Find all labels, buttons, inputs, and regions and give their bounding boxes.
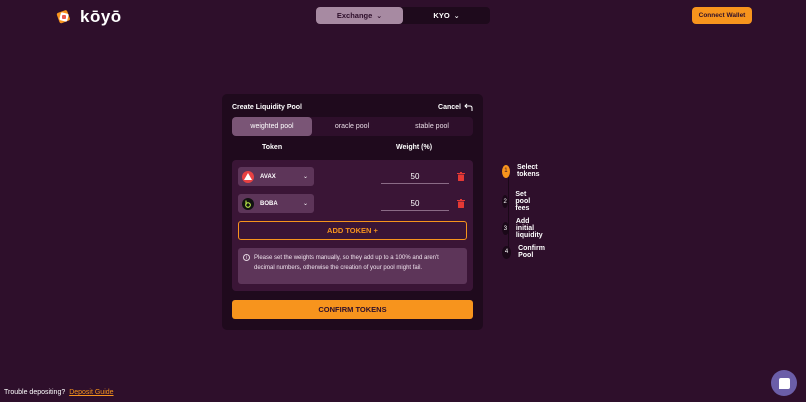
info-icon: i [243, 254, 250, 261]
create-pool-card: Create Liquidity Pool Cancel weighted po… [222, 94, 483, 330]
chevron-down-icon: ⌄ [376, 12, 383, 20]
undo-arrow-icon [464, 103, 473, 111]
token-column-header: Token [262, 144, 283, 151]
weight-input-boba[interactable] [381, 197, 449, 211]
token-select-boba[interactable]: BOBA ⌄ [238, 194, 314, 213]
cancel-button[interactable]: Cancel [438, 103, 473, 111]
cancel-label: Cancel [438, 103, 461, 111]
avax-icon [242, 170, 254, 183]
tab-stable-pool[interactable]: stable pool [392, 117, 472, 136]
token-select-avax[interactable]: AVAX ⌄ [238, 167, 314, 186]
deposit-help-text: Trouble depositing? [4, 389, 66, 396]
brand-name: kōyō [80, 7, 122, 26]
notice-text: Please set the weights manually, so they… [254, 255, 439, 271]
steps-connector [508, 174, 509, 254]
deposit-help: Trouble depositing? Deposit Guide [4, 389, 114, 396]
step-confirm-pool: 4 Confirm Pool [502, 245, 549, 259]
step-label: Confirm Pool [518, 245, 545, 259]
step-add-initial-liquidity: 3 Add initial liquidity [502, 218, 549, 239]
nav-kyo-label: KYO [433, 11, 450, 20]
step-select-tokens: 1 Select tokens [502, 164, 545, 178]
token-symbol: AVAX [260, 173, 276, 180]
chevron-down-icon: ⌄ [302, 174, 308, 180]
nav-exchange[interactable]: Exchange ⌄ [316, 7, 403, 24]
weights-notice: i Please set the weights manually, so th… [238, 248, 467, 284]
pool-type-tabs: weighted pool oracle pool stable pool [232, 117, 473, 136]
nav-exchange-label: Exchange [336, 11, 373, 20]
weight-input-avax[interactable] [381, 170, 449, 184]
confirm-tokens-button[interactable]: CONFIRM TOKENS [232, 300, 473, 319]
step-number: 4 [502, 245, 512, 259]
step-number: 1 [502, 164, 510, 178]
step-label: Add initial liquidity [515, 218, 543, 239]
koyo-logo-icon [54, 8, 74, 26]
deposit-guide-link[interactable]: Deposit Guide [69, 389, 113, 396]
trash-icon[interactable] [457, 199, 465, 208]
chevron-down-icon: ⌄ [453, 12, 460, 20]
tab-weighted-pool[interactable]: weighted pool [232, 117, 312, 136]
trash-icon[interactable] [457, 172, 465, 181]
token-symbol: BOBA [260, 200, 278, 207]
chat-support-button[interactable] [771, 370, 797, 396]
card-title: Create Liquidity Pool [232, 104, 303, 111]
step-number: 3 [502, 222, 509, 235]
weight-column-header: Weight (%) [396, 144, 433, 151]
nav-kyo[interactable]: KYO ⌄ [403, 7, 490, 24]
token-rows-panel: AVAX ⌄ BOBA ⌄ ADD TOKEN + i Please set t… [232, 160, 473, 291]
koyo-logo[interactable]: kōyō [54, 7, 122, 27]
connect-wallet-button[interactable]: Connect Wallet [692, 7, 752, 24]
tab-oracle-pool[interactable]: oracle pool [312, 117, 392, 136]
chevron-down-icon: ⌄ [302, 201, 308, 207]
top-nav: Exchange ⌄ KYO ⌄ [316, 7, 490, 24]
step-label: Select tokens [516, 164, 540, 178]
step-number: 2 [502, 195, 509, 208]
boba-icon [242, 197, 254, 210]
step-label: Set pool fees [515, 191, 531, 212]
chat-icon [778, 377, 790, 389]
add-token-button[interactable]: ADD TOKEN + [238, 221, 467, 240]
step-set-pool-fees: 2 Set pool fees [502, 191, 537, 212]
